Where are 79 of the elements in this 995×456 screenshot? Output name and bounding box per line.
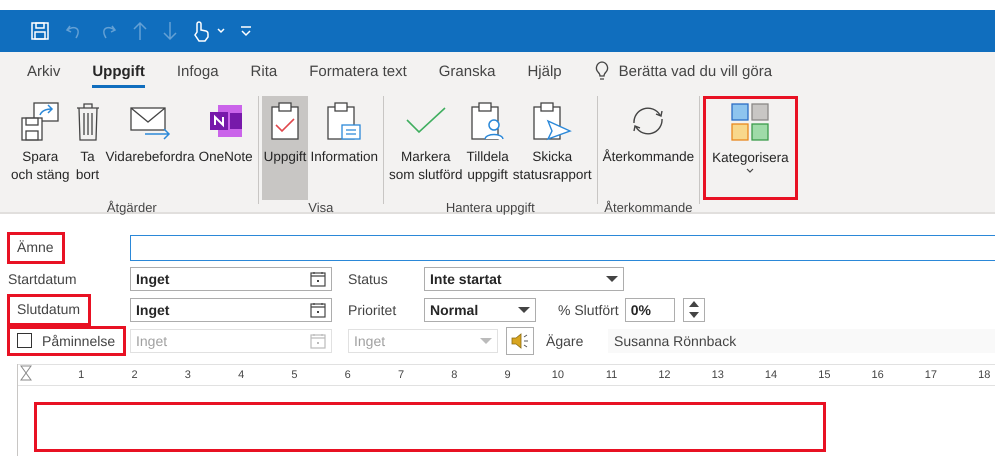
field-label: Status: [348, 270, 389, 286]
spin-button[interactable]: [682, 298, 705, 322]
checkbox-label: Påminnelse: [42, 332, 116, 348]
down-triangle-icon: [688, 312, 699, 318]
up-triangle-icon: [688, 301, 699, 307]
ribbon-button[interactable]: Uppgift: [262, 96, 308, 200]
ruler-number: 2: [130, 369, 139, 381]
ruler-number: 3: [184, 369, 192, 381]
dropdown-arrow-icon: [480, 336, 492, 344]
ribbon-tab[interactable]: Infoga: [166, 52, 230, 90]
clipboard-person-icon: [470, 101, 506, 141]
calendar-icon: [310, 302, 326, 318]
ribbon-tab[interactable]: Rita: [240, 52, 288, 90]
ruler-number: 9: [504, 369, 512, 381]
field-label: % Slutfört: [558, 302, 619, 318]
owner-name: Susanna Rönnback: [608, 328, 995, 352]
search-hint[interactable]: Berätta vad du vill göra: [618, 62, 772, 80]
ruler-number: 5: [290, 369, 298, 381]
group-label: Återkommande: [604, 200, 692, 215]
ruler-number: 6: [344, 369, 352, 381]
ribbon-tab[interactable]: Granska: [428, 52, 506, 90]
dropdown[interactable]: Normal: [424, 298, 536, 322]
calendar-icon: [310, 332, 326, 348]
ribbon-button[interactable]: Kategorisera: [703, 96, 798, 200]
save-icon[interactable]: [30, 21, 50, 41]
ruler-number: 18: [977, 369, 992, 381]
subject-field[interactable]: [130, 234, 995, 260]
ruler-number: 7: [396, 369, 406, 381]
dropdown-arrow-icon: [606, 274, 618, 282]
clipboard-send-icon: [532, 101, 572, 141]
ribbon-tab[interactable]: Formatera text: [298, 52, 418, 90]
date-field[interactable]: Inget: [130, 298, 332, 322]
date-field[interactable]: Inget: [130, 266, 332, 290]
calendar-icon: [310, 270, 326, 286]
ribbon-button[interactable]: Ta bort: [72, 96, 104, 200]
percent-field[interactable]: 0%: [624, 298, 675, 322]
ribbon-button[interactable]: Information: [308, 96, 380, 200]
ribbon-button[interactable]: Tilldela uppgift: [464, 96, 511, 200]
ribbon-button[interactable]: Spara och stäng: [9, 96, 72, 200]
ruler-number: 14: [764, 369, 778, 381]
ruler-number: 15: [817, 369, 832, 381]
notebook-icon: [208, 103, 244, 139]
field-label: Startdatum: [8, 270, 76, 286]
clipboard-list-icon: [326, 101, 362, 141]
checkmark-icon: [404, 106, 447, 136]
group-label: Visa: [308, 200, 334, 215]
ruler-number: 17: [924, 369, 938, 381]
dropdown-arrow-icon: [518, 306, 530, 314]
touch-mode-icon[interactable]: [192, 20, 226, 42]
group-label: Åtgärder: [106, 200, 157, 215]
ruler-number: 10: [550, 369, 565, 381]
ribbon-button[interactable]: Markera som slutförd: [386, 96, 465, 200]
field-label: Ämne: [17, 238, 54, 254]
ribbon-button[interactable]: Vidarebefordra: [104, 96, 197, 200]
ruler-number: 4: [237, 369, 246, 381]
field-label: Slutdatum: [17, 300, 80, 316]
ruler-number: 1: [77, 369, 86, 381]
field-label: Ägare: [546, 332, 584, 348]
ribbon-tab[interactable]: Arkiv: [16, 52, 72, 90]
save-close-icon: [20, 100, 60, 142]
category-squares-icon: [731, 103, 770, 141]
ruler-number: 8: [450, 369, 458, 381]
speaker-icon: [511, 332, 529, 348]
customize-icon[interactable]: [240, 24, 252, 38]
ribbon-button[interactable]: OneNote: [196, 96, 255, 200]
ruler-number: 13: [710, 369, 725, 381]
lightbulb-icon: [594, 61, 609, 81]
ruler-number: 11: [604, 369, 618, 381]
ruler-number: 12: [657, 369, 672, 381]
sound-button[interactable]: [506, 326, 534, 354]
field-label: Prioritet: [348, 302, 398, 318]
ribbon-tab[interactable]: Hjälp: [516, 52, 573, 90]
group-label: Hantera uppgift: [446, 200, 535, 215]
ruler-number: 16: [870, 369, 885, 381]
ribbon-button[interactable]: Skicka statusrapport: [510, 96, 594, 200]
ribbon-button[interactable]: Återkommande: [600, 96, 696, 200]
ribbon-tab[interactable]: Uppgift: [81, 52, 156, 90]
clipboard-check-icon: [270, 101, 300, 141]
dropdown[interactable]: Inte startat: [424, 266, 624, 290]
